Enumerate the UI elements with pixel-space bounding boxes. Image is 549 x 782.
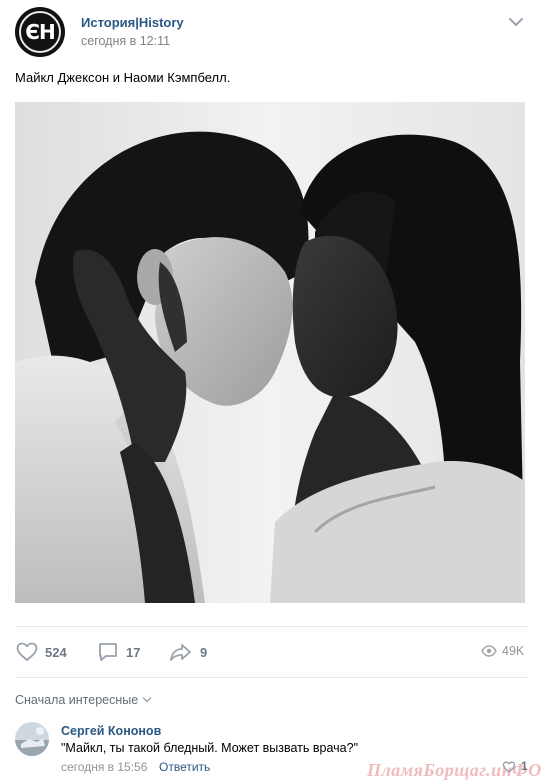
- comment-button[interactable]: 17: [96, 640, 140, 664]
- photo-illustration: [15, 102, 525, 603]
- comment-like-count: 1: [521, 759, 528, 773]
- sort-label: Сначала интересные: [15, 693, 139, 707]
- divider: [15, 626, 529, 627]
- reply-button[interactable]: Ответить: [159, 760, 210, 774]
- comment-like-button[interactable]: 1: [502, 759, 528, 773]
- divider: [15, 677, 529, 678]
- post-time[interactable]: сегодня в 12:11: [81, 34, 170, 48]
- views-count: 49K: [502, 644, 525, 658]
- comment-text: "Майкл, ты такой бледный. Может вызвать …: [61, 741, 359, 755]
- comments-sort-dropdown[interactable]: Сначала интересные: [15, 693, 152, 707]
- share-button[interactable]: 9: [168, 640, 207, 664]
- post-text: Майкл Джексон и Наоми Кэмпбелл.: [15, 70, 231, 85]
- community-logo: ЄН: [19, 11, 61, 53]
- avatar-image: [15, 722, 49, 756]
- eye-icon: [481, 645, 497, 657]
- post-card: ЄН История|History сегодня в 12:11 Майкл…: [0, 0, 549, 782]
- post-photo[interactable]: [15, 102, 525, 603]
- heart-icon: [16, 642, 38, 661]
- commenter-avatar[interactable]: [15, 722, 49, 756]
- community-avatar[interactable]: ЄН: [15, 7, 65, 57]
- share-count: 9: [200, 644, 208, 660]
- like-count: 524: [45, 644, 67, 660]
- share-icon: [170, 644, 191, 661]
- community-name[interactable]: История|History: [81, 15, 184, 30]
- comment-icon: [99, 643, 117, 661]
- comment-count: 17: [126, 644, 141, 660]
- chevron-down-icon[interactable]: [507, 15, 525, 29]
- comment-time[interactable]: сегодня в 15:56: [61, 760, 147, 774]
- chevron-down-icon: [143, 697, 152, 703]
- comment-author[interactable]: Сергей Кононов: [61, 724, 161, 738]
- heart-icon: [502, 760, 516, 772]
- like-button[interactable]: 524: [15, 640, 67, 664]
- views-counter: 49K: [481, 644, 524, 658]
